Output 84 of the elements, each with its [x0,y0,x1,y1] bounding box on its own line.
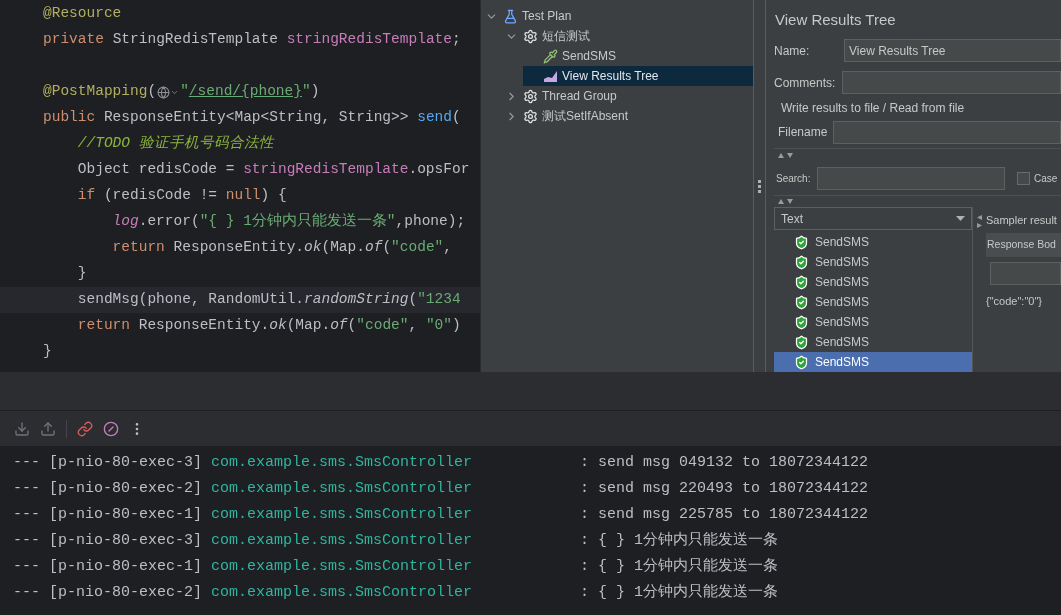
log-logger: com.example.sms.SmsController [211,452,474,473]
checkbox-label: Case [1034,172,1058,186]
result-item[interactable]: SendSMS [774,272,972,292]
shield-check-icon [794,294,809,310]
upload-icon[interactable] [40,420,56,437]
shield-check-icon [794,274,809,290]
tab[interactable]: Sampler result [986,207,1061,233]
shield-check-icon [794,314,809,330]
flask-icon [503,8,518,24]
filename-field[interactable] [833,120,1061,144]
field-label: Filename [778,124,829,141]
code-text: "/send/{phone}") [180,82,320,102]
tree-item[interactable]: SendSMS [523,46,753,66]
code-line: @Resource [42,4,123,24]
tree-item[interactable]: View Results Tree [523,66,753,86]
result-item[interactable]: SendSMS [774,232,972,252]
response-search-field[interactable] [990,262,1061,285]
globe-icon[interactable] [157,85,180,99]
pipette-icon [543,48,558,64]
code-line: } [76,264,88,284]
shield-check-icon [794,334,809,350]
tree-item[interactable]: Test Plan [483,6,753,26]
code-line: return ResponseEntity.ok(Map.of("code", "0") [76,316,462,336]
split-arrows-icon[interactable] [778,153,794,158]
code-line: public ResponseEntity<Map<String, String>> send( [42,108,462,128]
tab[interactable]: Response Bod [986,233,1061,257]
tree-item[interactable]: Thread Group [503,86,753,106]
log-message: : send msg 225785 to 18072344122 [580,504,869,525]
gear-icon [523,28,538,44]
shield-check-icon [794,354,809,370]
code-line: if (redisCode != null) { [76,186,288,206]
shield-check-icon [794,234,809,250]
renderer-dropdown[interactable]: Text [774,207,972,230]
result-item[interactable]: SendSMS [774,292,972,312]
log-message: : send msg 049132 to 18072344122 [580,452,869,473]
log-message: : { } 1分钟内只能发送一条 [580,582,778,603]
log-message: : { } 1分钟内只能发送一条 [580,530,778,551]
tree-item[interactable]: 测试SetIfAbsent [503,106,753,126]
result-item[interactable]: SendSMS [774,332,972,352]
code-line: //TODO 验证手机号码合法性 [76,134,276,154]
case-checkbox[interactable] [1017,172,1030,185]
log-thread: --- [p-nio-80-exec-2] [13,478,204,499]
comments-field[interactable] [842,71,1061,94]
log-thread: --- [p-nio-80-exec-2] [13,582,204,603]
result-item[interactable]: SendSMS [774,352,972,372]
gear-icon [523,108,538,124]
log-logger: com.example.sms.SmsController [211,556,474,577]
split-arrows-icon[interactable] [778,199,794,204]
log-thread: --- [p-nio-80-exec-1] [13,504,204,525]
log-thread: --- [p-nio-80-exec-1] [13,556,204,577]
code-line: } [42,342,53,362]
grip-icon[interactable] [758,180,761,193]
code-line: log.error("{ } 1分钟内只能发送一条",phone); [111,211,467,232]
code-line: private StringRedisTemplate stringRedisTemplate; [42,30,462,50]
log-message: : { } 1分钟内只能发送一条 [580,556,778,577]
field-label: Search: [776,172,812,186]
section-label: Write results to file / Read from file [780,100,966,116]
gear-icon [523,88,538,104]
log-logger: com.example.sms.SmsController [211,582,474,603]
name-field[interactable]: View Results Tree [844,39,1061,62]
dropdown-caret-icon[interactable] [956,216,965,221]
code-line: Object redisCode = stringRedisTemplate.opsFor [76,160,471,180]
download-icon[interactable] [14,420,30,437]
field-label: Name: [774,42,811,60]
result-item[interactable]: SendSMS [774,312,972,332]
log-thread: --- [p-nio-80-exec-3] [13,452,204,473]
code-text: @PostMapping( [43,82,157,102]
log-logger: com.example.sms.SmsController [211,530,474,551]
log-thread: --- [p-nio-80-exec-3] [13,530,204,551]
field-label: Comments: [774,74,837,92]
search-field[interactable] [817,167,1005,190]
log-logger: com.example.sms.SmsController [211,478,474,499]
panel-title: View Results Tree [774,10,897,30]
code-line: return ResponseEntity.ok(Map.of("code", [111,238,453,258]
area-chart-icon [543,69,558,83]
slashed-circle-icon[interactable] [103,420,119,437]
log-message: : send msg 220493 to 18072344122 [580,478,869,499]
log-logger: com.example.sms.SmsController [211,504,474,525]
collapse-arrows-icon[interactable] [977,215,982,228]
response-body: {"code":"0"} [986,294,1043,309]
result-item[interactable]: SendSMS [774,252,972,272]
shield-check-icon [794,254,809,270]
link-icon[interactable] [77,420,93,437]
tree-item[interactable]: 短信测试 [503,26,753,46]
